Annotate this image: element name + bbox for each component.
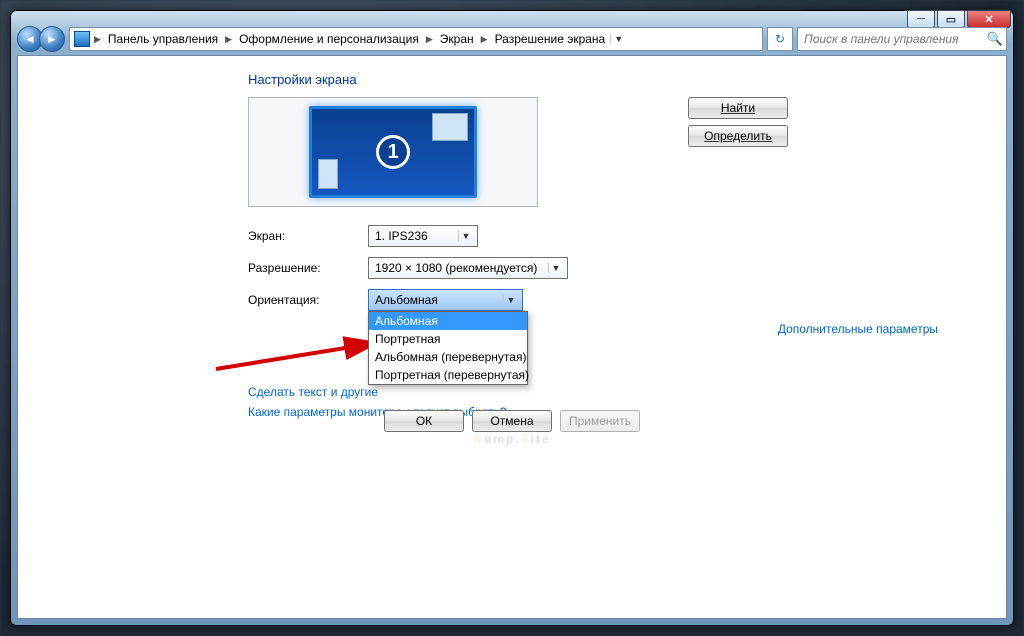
arrow-right-icon: ►	[46, 32, 58, 46]
display-number: 1	[376, 135, 410, 169]
breadcrumb-item[interactable]: Оформление и персонализация	[236, 32, 422, 46]
screen-select[interactable]: 1. IPS236 ▼	[368, 225, 478, 247]
orientation-option[interactable]: Альбомная	[369, 312, 527, 330]
breadcrumb-item[interactable]: Разрешение экрана	[492, 32, 609, 46]
resolution-select[interactable]: 1920 × 1080 (рекомендуется) ▼	[368, 257, 568, 279]
arrow-left-icon: ◄	[24, 32, 36, 46]
orientation-option[interactable]: Портретная	[369, 330, 527, 348]
forward-button[interactable]: ►	[39, 26, 65, 52]
control-panel-icon	[74, 31, 90, 47]
window-thumbnail-icon	[318, 159, 338, 189]
refresh-button[interactable]: ↻	[767, 27, 793, 51]
explorer-window: ─ ▭ ✕ ◄ ► ▶ Панель управления ▶ Оформлен…	[10, 10, 1014, 626]
apply-button[interactable]: Применить	[560, 410, 640, 432]
display-preview[interactable]: 1	[248, 97, 538, 207]
detect-button[interactable]: Определить	[688, 125, 788, 147]
cancel-button[interactable]: Отмена	[472, 410, 552, 432]
orientation-option[interactable]: Альбомная (перевернутая)	[369, 348, 527, 366]
orientation-dropdown: Альбомная Портретная Альбомная (переверн…	[368, 311, 528, 385]
chevron-down-icon: ▼	[458, 231, 473, 241]
resolution-value: 1920 × 1080 (рекомендуется)	[375, 261, 537, 275]
orientation-value: Альбомная	[375, 293, 438, 307]
client-area: Настройки экрана 1 Найти Определить Экра…	[17, 55, 1007, 619]
refresh-icon: ↻	[775, 32, 785, 46]
breadcrumb-item[interactable]: Экран	[437, 32, 477, 46]
chevron-right-icon: ▶	[424, 34, 435, 45]
ok-button[interactable]: ОК	[384, 410, 464, 432]
chevron-right-icon: ▶	[223, 34, 234, 45]
chevron-down-icon: ▼	[503, 295, 518, 305]
chevron-right-icon: ▶	[479, 34, 490, 45]
dialog-buttons: ОК Отмена Применить	[384, 410, 640, 432]
orientation-option[interactable]: Портретная (перевернутая)	[369, 366, 527, 384]
screen-value: 1. IPS236	[375, 229, 428, 243]
find-button[interactable]: Найти	[688, 97, 788, 119]
advanced-settings-link[interactable]: Дополнительные параметры	[778, 322, 938, 336]
breadcrumb-item[interactable]: Панель управления	[105, 32, 221, 46]
search-input[interactable]	[798, 32, 984, 46]
titlebar: ─ ▭ ✕	[11, 11, 1013, 23]
search-box[interactable]: 🔍	[797, 27, 1007, 51]
screen-label: Экран:	[248, 229, 368, 243]
address-dropdown[interactable]: ▼	[610, 34, 626, 44]
orientation-select[interactable]: Альбомная ▼ Альбомная Портретная Альбомн…	[368, 289, 523, 311]
monitor-thumbnail[interactable]: 1	[309, 106, 477, 198]
orientation-label: Ориентация:	[248, 293, 368, 307]
page-title: Настройки экрана	[248, 72, 788, 87]
chevron-right-icon: ▶	[92, 34, 103, 45]
window-thumbnail-icon	[432, 113, 468, 141]
chevron-down-icon: ▼	[548, 263, 563, 273]
nav-bar: ◄ ► ▶ Панель управления ▶ Оформление и п…	[17, 23, 1007, 55]
search-icon: 🔍	[984, 31, 1006, 47]
address-bar[interactable]: ▶ Панель управления ▶ Оформление и персо…	[69, 27, 763, 51]
resolution-label: Разрешение:	[248, 261, 368, 275]
text-size-link[interactable]: Сделать текст и другие	[248, 385, 788, 399]
